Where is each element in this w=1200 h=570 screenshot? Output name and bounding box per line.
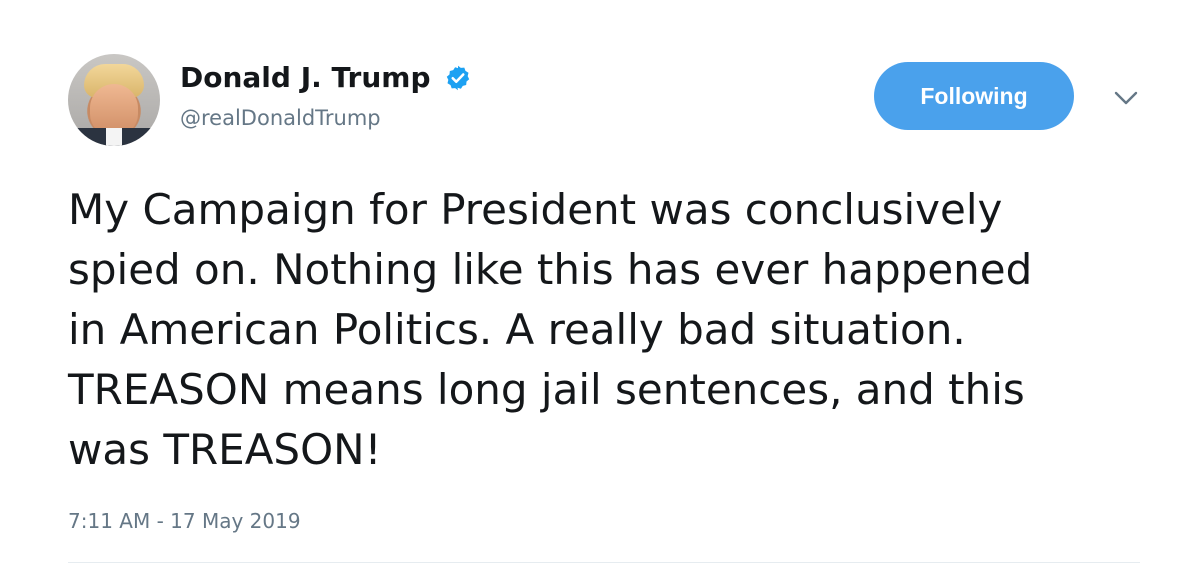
verified-badge-icon: [446, 65, 469, 91]
following-button[interactable]: Following: [874, 62, 1074, 130]
tweet-timestamp[interactable]: 7:11 AM - 17 May 2019: [68, 507, 301, 535]
author-block: Donald J. Trump @realDonaldTrump: [180, 60, 472, 132]
divider: [68, 562, 1140, 563]
avatar-shirt: [106, 128, 122, 146]
author-handle[interactable]: @realDonaldTrump: [180, 104, 472, 132]
tweet-text: My Campaign for President was conclusive…: [68, 185, 1033, 474]
display-name[interactable]: Donald J. Trump: [180, 60, 430, 96]
avatar[interactable]: [68, 54, 160, 146]
chevron-down-icon[interactable]: [1112, 88, 1140, 108]
